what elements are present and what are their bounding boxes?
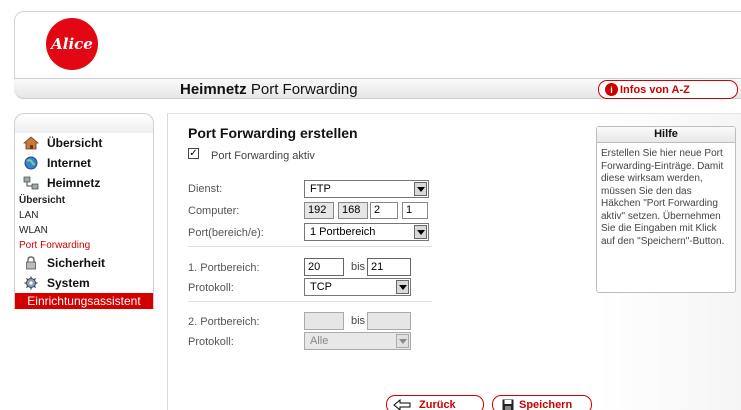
- dienst-value: FTP: [310, 183, 331, 195]
- back-button[interactable]: Zurück: [386, 395, 484, 410]
- portrange1-to-input[interactable]: 21: [367, 258, 411, 276]
- page-title: Heimnetz Port Forwarding: [180, 81, 358, 98]
- protokoll1-label: Protokoll:: [188, 282, 234, 294]
- ip-octet-2: 168: [338, 202, 368, 219]
- sidebar-item-label: System: [47, 276, 90, 290]
- info-a-z-label: Infos von A-Z: [620, 83, 690, 96]
- portrange2-to-input: [367, 312, 411, 330]
- sidebar-nav: Übersicht Internet Heimnetz Übersicht LA…: [14, 133, 154, 309]
- home-icon: [23, 136, 39, 150]
- computer-label: Computer:: [188, 205, 240, 217]
- back-arrow-icon: [393, 398, 411, 410]
- help-title: Hilfe: [597, 127, 735, 143]
- portrange2-label: 2. Portbereich:: [188, 316, 260, 328]
- portrange2-bis-label: bis: [351, 315, 366, 327]
- network-icon: [23, 176, 39, 190]
- save-icon: [499, 399, 517, 410]
- dienst-label: Dienst:: [188, 183, 223, 195]
- protokoll2-select: Alle: [304, 332, 411, 350]
- chevron-down-icon: [396, 334, 409, 348]
- page-title-page: Port Forwarding: [250, 81, 358, 98]
- protokoll2-value: Alle: [310, 335, 329, 347]
- sidebar-item-internet[interactable]: Internet: [15, 153, 153, 173]
- sidebar-subitem-wlan[interactable]: WLAN: [15, 223, 153, 238]
- portrange2-from-input: [304, 312, 344, 330]
- portrange1-label: 1. Portbereich:: [188, 262, 260, 274]
- sidebar-subitem-port-forwarding[interactable]: Port Forwarding: [15, 238, 153, 253]
- form-title: Port Forwarding erstellen: [188, 125, 358, 141]
- save-label: Speichern: [519, 398, 573, 410]
- sidebar-item-label: Sicherheit: [47, 256, 106, 270]
- dienst-select[interactable]: FTP: [304, 180, 429, 198]
- gear-icon: [23, 276, 39, 290]
- info-icon: i: [605, 83, 618, 96]
- sidebar-item-system[interactable]: System: [15, 273, 153, 293]
- port-range-select[interactable]: 1 Portbereich: [304, 223, 429, 241]
- chevron-down-icon: [414, 225, 427, 239]
- sidebar-item-sicherheit[interactable]: Sicherheit: [15, 253, 153, 273]
- port-forwarding-active-label: Port Forwarding aktiv: [211, 150, 315, 162]
- help-panel: Hilfe Erstellen Sie hier neue Port Forwa…: [596, 126, 736, 293]
- sidebar-item-label: Übersicht: [47, 136, 103, 150]
- ip-octet-3[interactable]: 2: [370, 202, 398, 219]
- page-title-section: Heimnetz: [180, 81, 247, 98]
- sidebar-top: [14, 113, 154, 133]
- divider: [188, 301, 432, 302]
- protokoll1-value: TCP: [310, 281, 332, 293]
- chevron-down-icon: [414, 182, 427, 196]
- port-range-label: Port(bereich/e):: [188, 227, 264, 239]
- protokoll2-label: Protokoll:: [188, 336, 234, 348]
- help-text: Erstellen Sie hier neue Port Forwarding-…: [601, 148, 725, 247]
- protokoll1-select[interactable]: TCP: [304, 278, 411, 296]
- sidebar-item-label: Heimnetz: [47, 176, 101, 190]
- setup-wizard-button[interactable]: Einrichtungsassistent: [15, 293, 153, 309]
- save-button[interactable]: Speichern: [492, 395, 592, 410]
- sidebar-item-uebersicht[interactable]: Übersicht: [15, 133, 153, 153]
- sidebar: Übersicht Internet Heimnetz Übersicht LA…: [14, 113, 154, 410]
- alice-logo: Alice: [46, 18, 98, 70]
- info-a-z-button[interactable]: i Infos von A-Z: [598, 80, 738, 99]
- sidebar-subitem-uebersicht[interactable]: Übersicht: [15, 193, 153, 208]
- lock-icon: [23, 256, 39, 270]
- port-range-value: 1 Portbereich: [310, 226, 376, 238]
- sidebar-item-heimnetz[interactable]: Heimnetz: [15, 173, 153, 193]
- sidebar-subitem-lan[interactable]: LAN: [15, 208, 153, 223]
- ip-octet-1: 192: [304, 202, 334, 219]
- divider: [188, 246, 432, 247]
- sidebar-item-label: Internet: [47, 156, 92, 170]
- portrange1-bis-label: bis: [351, 261, 366, 273]
- globe-icon: [23, 156, 39, 170]
- portrange1-from-input[interactable]: 20: [304, 258, 344, 276]
- port-forwarding-active-checkbox[interactable]: ✓: [188, 148, 199, 159]
- back-label: Zurück: [419, 398, 456, 410]
- ip-octet-4[interactable]: 1: [402, 202, 428, 219]
- chevron-down-icon: [396, 280, 409, 294]
